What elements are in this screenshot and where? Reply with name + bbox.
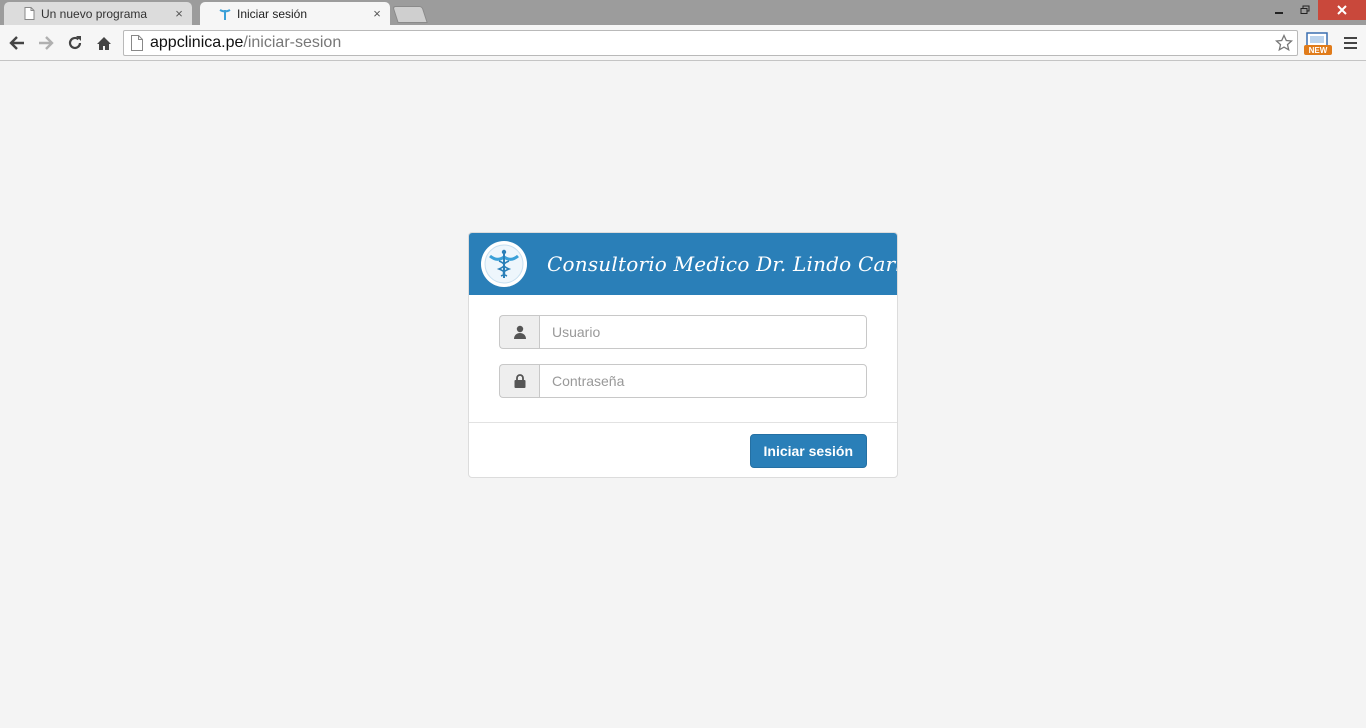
address-bar[interactable]: appclinica.pe/iniciar-sesion <box>123 30 1298 56</box>
browser-tab-inactive[interactable]: Un nuevo programa × <box>4 2 192 25</box>
forward-arrow-icon[interactable] <box>34 31 58 55</box>
url-host: appclinica.pe <box>150 34 244 51</box>
new-tab-button[interactable] <box>392 6 428 23</box>
page-icon <box>131 35 143 51</box>
lock-icon <box>499 364 539 398</box>
extension-badge-text: NEW <box>1309 46 1328 55</box>
username-input[interactable] <box>539 315 867 349</box>
window-close-icon[interactable] <box>1318 0 1366 20</box>
login-card: Consultorio Medico Dr. Lindo Carlin Inic… <box>468 232 898 478</box>
home-icon[interactable] <box>92 31 116 55</box>
password-group <box>499 364 867 398</box>
password-input[interactable] <box>539 364 867 398</box>
login-form <box>469 295 897 423</box>
tab-title: Un nuevo programa <box>41 6 148 21</box>
minimize-icon[interactable] <box>1266 0 1292 20</box>
login-submit-button[interactable]: Iniciar sesión <box>749 433 867 468</box>
url-path: /iniciar-sesion <box>243 34 342 51</box>
username-group <box>499 315 867 349</box>
login-card-footer: Iniciar sesión <box>469 423 897 477</box>
page-icon <box>22 7 36 21</box>
back-arrow-icon[interactable] <box>5 31 29 55</box>
tab-close-icon[interactable]: × <box>172 6 186 21</box>
browser-menu-icon[interactable] <box>1340 33 1360 53</box>
browser-tabstrip: Un nuevo programa × Iniciar sesión × <box>0 0 1366 25</box>
clinic-name: Consultorio Medico Dr. Lindo Carlin <box>547 252 898 276</box>
caduceus-logo-icon <box>481 241 527 287</box>
browser-tab-active[interactable]: Iniciar sesión × <box>200 2 390 25</box>
bookmark-star-icon[interactable] <box>1275 34 1293 52</box>
caduceus-icon <box>218 7 232 21</box>
user-icon <box>499 315 539 349</box>
extension-icon[interactable]: NEW <box>1304 32 1332 56</box>
tab-close-icon[interactable]: × <box>370 6 384 21</box>
restore-icon[interactable] <box>1292 0 1318 20</box>
login-card-header: Consultorio Medico Dr. Lindo Carlin <box>469 233 897 295</box>
browser-toolbar: appclinica.pe/iniciar-sesion NEW <box>0 25 1366 61</box>
window-controls <box>1266 0 1366 20</box>
tab-title: Iniciar sesión <box>237 6 308 21</box>
reload-icon[interactable] <box>63 31 87 55</box>
